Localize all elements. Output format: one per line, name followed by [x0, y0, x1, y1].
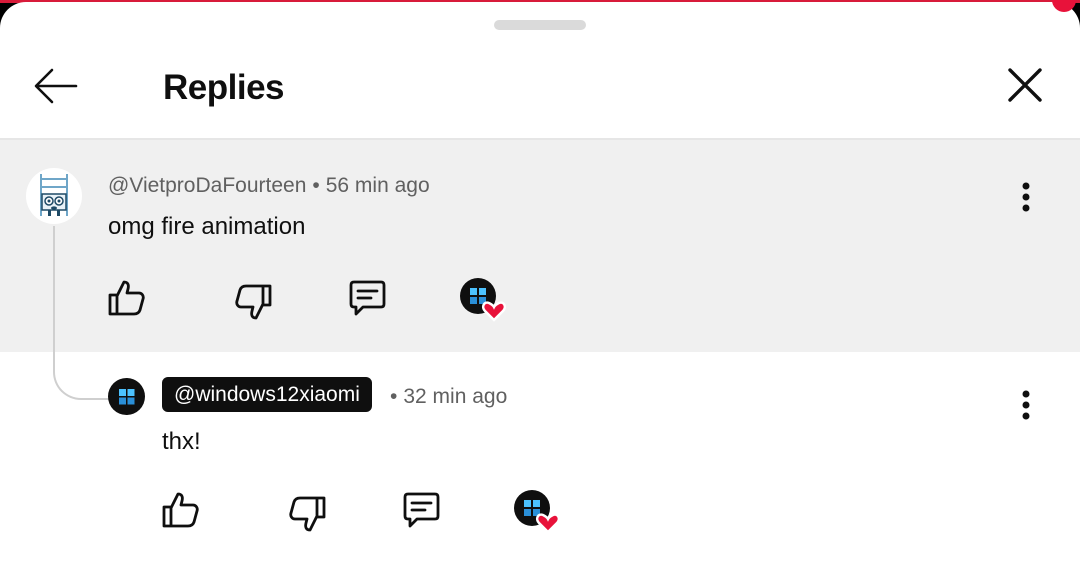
thread-connector — [53, 226, 115, 400]
reply-icon[interactable] — [345, 276, 389, 320]
dislike-icon[interactable] — [286, 492, 330, 536]
comment-text: omg fire animation — [108, 213, 306, 240]
avatar-illustration-icon — [40, 174, 68, 216]
parent-comment: @VietproDaFourteen • 56 min ago omg fire a… — [0, 140, 1080, 352]
meta-separator: • — [312, 174, 320, 197]
reply-time[interactable]: 32 min ago — [403, 385, 507, 408]
back-arrow-icon[interactable] — [30, 64, 82, 108]
reply-meta: • 32 min ago — [384, 385, 507, 409]
dislike-icon[interactable] — [232, 280, 276, 324]
more-options-icon[interactable] — [1016, 180, 1036, 220]
reply-text: thx! — [162, 428, 201, 455]
comment-time[interactable]: 56 min ago — [326, 174, 430, 197]
close-icon[interactable] — [1000, 60, 1050, 110]
comment-author[interactable]: @VietproDaFourteen — [108, 174, 306, 197]
page-title: Replies — [163, 68, 285, 107]
drag-handle[interactable] — [494, 20, 586, 30]
windows-logo-icon — [108, 378, 145, 415]
reply-avatar[interactable] — [108, 378, 145, 415]
creator-heart-icon — [514, 490, 561, 536]
reply-author-chip[interactable]: @windows12xiaomi — [162, 377, 372, 412]
creator-heart-icon — [460, 278, 507, 324]
more-options-icon[interactable] — [1016, 388, 1036, 428]
reply-icon[interactable] — [399, 488, 443, 532]
comment-meta: @VietproDaFourteen • 56 min ago — [108, 174, 430, 198]
like-icon[interactable] — [158, 488, 202, 532]
avatar[interactable] — [26, 168, 82, 224]
meta-separator: • — [390, 385, 398, 408]
sheet-header: Replies — [0, 40, 1080, 140]
replies-sheet: Replies @VietproDaFourteen • 56 min ago … — [0, 2, 1080, 569]
